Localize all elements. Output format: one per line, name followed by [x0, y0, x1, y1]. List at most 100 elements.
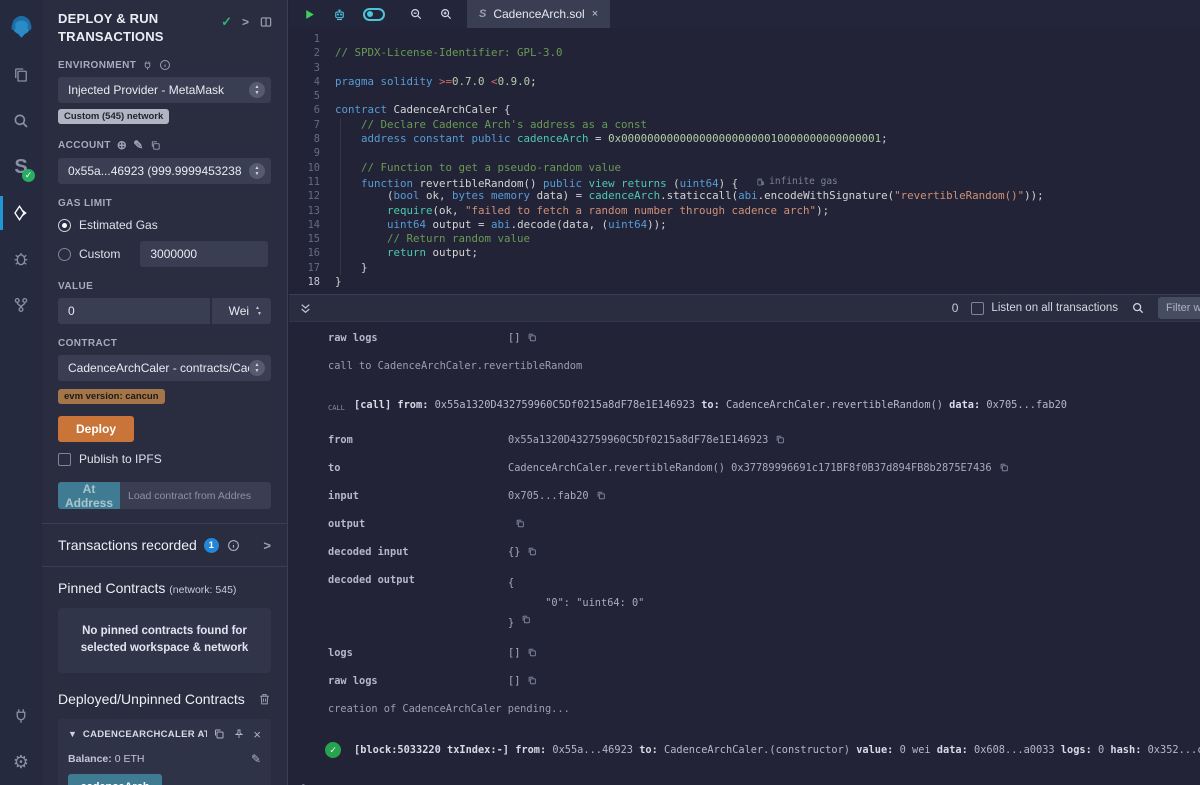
- stepper-icon: ▲▼: [249, 360, 265, 376]
- solidity-file-icon: S: [479, 8, 486, 20]
- plugin-manager-icon[interactable]: [0, 693, 42, 739]
- copy-icon[interactable]: [527, 546, 537, 557]
- collapse-chevron-icon[interactable]: ▼: [68, 729, 77, 739]
- terminal-row[interactable]: raw logs[]: [289, 331, 1200, 346]
- terminal-row[interactable]: decoded output{ "0": "uint64: 0"}: [289, 573, 1200, 633]
- at-address-input[interactable]: [120, 482, 271, 509]
- ai-assistant-icon[interactable]: [332, 7, 347, 22]
- settings-gear-icon[interactable]: ⚙: [0, 739, 42, 785]
- code-line: 17 }: [289, 261, 1200, 275]
- copilot-toggle-icon[interactable]: [363, 8, 385, 21]
- listen-all-checkbox[interactable]: [971, 302, 984, 315]
- expand-chevron-icon[interactable]: >: [263, 538, 271, 553]
- gas-limit-label: GAS LIMIT: [58, 198, 112, 209]
- terminal-row[interactable]: decoded input{}: [289, 545, 1200, 560]
- edit-icon[interactable]: ✎: [251, 752, 261, 766]
- copy-icon[interactable]: [515, 518, 525, 529]
- custom-gas-label: Custom: [79, 247, 120, 261]
- deployed-contracts-title: Deployed/Unpinned Contracts: [58, 691, 245, 707]
- code-line: 15 // Return random value: [289, 232, 1200, 246]
- account-label: ACCOUNT: [58, 140, 111, 151]
- copy-icon[interactable]: [596, 490, 606, 501]
- code-line: 1: [289, 32, 1200, 46]
- gas-estimate-annotation: infinite gas: [756, 175, 838, 189]
- copy-account-icon[interactable]: [150, 140, 161, 151]
- remix-logo-icon[interactable]: [0, 0, 42, 52]
- method-button[interactable]: cadenceArch: [68, 774, 162, 785]
- terminal-output[interactable]: raw logs[] call to CadenceArchCaler.rever…: [289, 322, 1200, 785]
- copy-icon[interactable]: [527, 675, 537, 686]
- terminal-row[interactable]: call[call] from: 0x55a1320D432759960C5Df…: [289, 398, 1200, 416]
- trash-icon[interactable]: [258, 692, 271, 706]
- transactions-recorded-row[interactable]: Transactions recorded 1 >: [42, 524, 287, 566]
- terminal-row[interactable]: creation of CadenceArchCaler pending...: [289, 702, 1200, 717]
- balance-label: Balance:: [68, 753, 112, 765]
- code-line: 8 address constant public cadenceArch = …: [289, 132, 1200, 146]
- environment-select[interactable]: Injected Provider - MetaMask ▲▼: [58, 77, 271, 103]
- terminal-row[interactable]: toCadenceArchCaler.revertibleRandom() 0x…: [289, 461, 1200, 476]
- copy-icon[interactable]: [527, 647, 537, 658]
- code-line: 5: [289, 89, 1200, 103]
- search-transactions-icon[interactable]: [1131, 301, 1145, 315]
- code-line: 9: [289, 146, 1200, 160]
- terminal-row[interactable]: output: [289, 517, 1200, 532]
- deploy-run-icon[interactable]: [0, 190, 42, 236]
- sign-message-icon[interactable]: ✎: [133, 138, 143, 152]
- line-number: 7: [289, 118, 335, 132]
- run-script-icon[interactable]: [303, 8, 316, 21]
- account-select[interactable]: 0x55a...46923 (999.9999453238 ▲▼: [58, 158, 271, 184]
- info-icon[interactable]: [227, 539, 240, 552]
- code-area[interactable]: 12// SPDX-License-Identifier: GPL-3.034p…: [289, 28, 1200, 289]
- at-address-button[interactable]: At Address: [58, 482, 120, 509]
- expand-terminal-icon[interactable]: [299, 302, 312, 315]
- deploy-button[interactable]: Deploy: [58, 416, 134, 442]
- deploy-run-panel: DEPLOY & RUN TRANSACTIONS ✓ > ENVIRONMEN…: [42, 0, 288, 785]
- file-explorer-icon[interactable]: [0, 52, 42, 98]
- filter-transactions-input[interactable]: [1158, 297, 1200, 319]
- copy-icon[interactable]: [521, 614, 531, 634]
- copy-icon[interactable]: [999, 462, 1009, 473]
- terminal-row[interactable]: call to CadenceArchCaler.revertibleRando…: [289, 359, 1200, 374]
- terminal-row[interactable]: logs[]: [289, 646, 1200, 661]
- add-account-icon[interactable]: ⊕: [117, 138, 127, 152]
- debugger-icon[interactable]: [0, 236, 42, 282]
- contract-select[interactable]: CadenceArchCaler - contracts/Cac ▲▼: [58, 355, 271, 381]
- value-unit-select[interactable]: Wei ▲▼: [212, 298, 271, 324]
- solidity-compiler-icon[interactable]: S ✓: [0, 144, 42, 190]
- estimated-gas-radio[interactable]: [58, 219, 71, 232]
- close-tab-icon[interactable]: ×: [592, 8, 598, 20]
- environment-ok-icon: ✓: [221, 14, 232, 30]
- terminal-row[interactable]: raw logs[]: [289, 674, 1200, 689]
- forward-chevron-icon[interactable]: >: [242, 15, 249, 29]
- zoom-in-icon[interactable]: [439, 7, 453, 21]
- zoom-out-icon[interactable]: [409, 7, 423, 21]
- custom-gas-radio[interactable]: [58, 248, 71, 261]
- line-number: 14: [289, 218, 335, 232]
- plug-icon[interactable]: [142, 60, 153, 71]
- line-number: 4: [289, 75, 335, 89]
- git-icon[interactable]: [0, 282, 42, 328]
- search-icon[interactable]: [0, 98, 42, 144]
- terminal-row[interactable]: from0x55a1320D432759960C5Df0215a8dF78e1E…: [289, 433, 1200, 448]
- pin-icon[interactable]: [233, 728, 245, 740]
- info-icon[interactable]: [159, 59, 171, 71]
- publish-ipfs-checkbox[interactable]: [58, 453, 71, 466]
- code-line: 6contract CadenceArchCaler {: [289, 103, 1200, 117]
- copy-icon[interactable]: [213, 728, 225, 740]
- terminal-row[interactable]: ✓[block:5033220 txIndex:-] from: 0x55a..…: [289, 743, 1200, 759]
- custom-gas-input[interactable]: [140, 241, 268, 267]
- terminal-row[interactable]: input0x705...fab20: [289, 489, 1200, 504]
- value-input[interactable]: [58, 298, 210, 324]
- copy-icon[interactable]: [775, 434, 785, 445]
- compile-success-badge: ✓: [22, 169, 35, 182]
- deployed-contract-card: ▼ CADENCEARCHCALER AT 0X3 × Balance: 0 E…: [58, 719, 271, 785]
- pinned-contracts-title: Pinned Contracts: [58, 580, 165, 596]
- close-icon[interactable]: ×: [253, 727, 261, 742]
- copy-icon[interactable]: [527, 332, 537, 343]
- terminal-prompt[interactable]: >: [289, 781, 1200, 785]
- tab-cadencearch[interactable]: S CadenceArch.sol ×: [467, 0, 610, 28]
- contract-label: CONTRACT: [58, 338, 117, 349]
- network-badge: Custom (545) network: [58, 109, 169, 124]
- split-view-icon[interactable]: [259, 15, 273, 29]
- code-line: 12 (bool ok, bytes memory data) = cadenc…: [289, 189, 1200, 203]
